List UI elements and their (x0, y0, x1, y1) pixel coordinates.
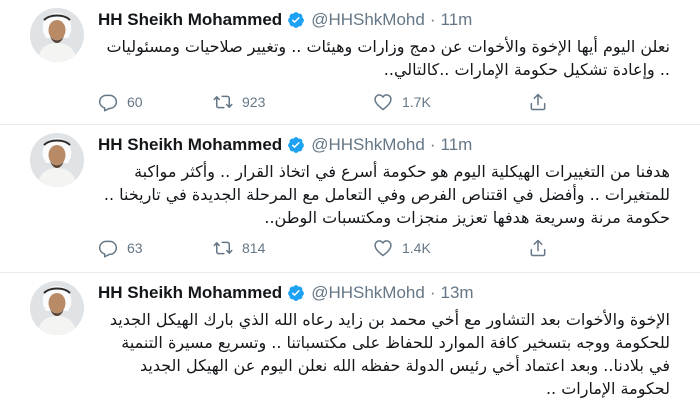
tweet-timestamp[interactable]: 13m (441, 283, 474, 303)
retweet-icon (213, 95, 233, 109)
like-count: 1.7K (402, 94, 431, 110)
tweet-actions: 63 814 1.4K (98, 238, 558, 258)
author-handle[interactable]: @HHShkMohd (311, 135, 425, 155)
tweet-header: HH Sheikh Mohammed @HHShkMohd · 11m (98, 133, 472, 157)
share-icon (530, 93, 546, 111)
tweet-text: هدفنا من التغييرات الهيكلية اليوم هو حكو… (103, 162, 670, 227)
author-name[interactable]: HH Sheikh Mohammed (98, 135, 282, 155)
tweet-text: الإخوة والأخوات بعد التشاور مع أخي محمد … (109, 310, 670, 398)
separator-dot: · (429, 283, 436, 302)
reply-icon (98, 240, 118, 258)
verified-badge-icon (288, 137, 305, 153)
retweet-button[interactable]: 814 (213, 238, 373, 258)
tweet-timestamp[interactable]: 11m (441, 10, 473, 30)
tweet-header: HH Sheikh Mohammed @HHShkMohd · 13m (98, 281, 474, 305)
avatar[interactable] (30, 133, 84, 187)
reply-button[interactable]: 60 (98, 92, 213, 112)
heart-icon (374, 240, 392, 257)
like-button[interactable]: 1.4K (373, 238, 528, 258)
author-name[interactable]: HH Sheikh Mohammed (98, 283, 282, 303)
author-handle[interactable]: @HHShkMohd (311, 10, 425, 30)
reply-count: 60 (127, 94, 143, 110)
tweet-header: HH Sheikh Mohammed @HHShkMohd · 11m (98, 8, 472, 32)
author-handle[interactable]: @HHShkMohd (311, 283, 425, 303)
separator-dot: · (429, 135, 436, 154)
reply-button[interactable]: 63 (98, 238, 213, 258)
reply-count: 63 (127, 240, 143, 256)
separator-dot: · (429, 10, 436, 29)
author-name[interactable]: HH Sheikh Mohammed (98, 10, 282, 30)
avatar[interactable] (30, 8, 84, 62)
verified-badge-icon (288, 12, 305, 28)
share-button[interactable] (528, 92, 558, 112)
tweet-actions: 60 923 1.7K (98, 92, 558, 112)
avatar[interactable] (30, 281, 84, 335)
tweet[interactable]: HH Sheikh Mohammed @HHShkMohd · 11m هدفن… (0, 125, 700, 273)
share-icon (530, 239, 546, 257)
like-button[interactable]: 1.7K (373, 92, 528, 112)
share-button[interactable] (528, 238, 558, 258)
retweet-count: 814 (242, 240, 266, 256)
retweet-count: 923 (242, 94, 266, 110)
tweet-text: نعلن اليوم أيها الإخوة والأخوات عن دمج و… (106, 37, 670, 79)
heart-icon (374, 94, 392, 111)
reply-icon (98, 94, 118, 112)
tweet-feed: HH Sheikh Mohammed @HHShkMohd · 11m نعلن… (0, 0, 700, 405)
tweet[interactable]: HH Sheikh Mohammed @HHShkMohd · 13m الإخ… (0, 273, 700, 405)
verified-badge-icon (288, 285, 305, 301)
retweet-button[interactable]: 923 (213, 92, 373, 112)
tweet-timestamp[interactable]: 11m (441, 135, 473, 155)
like-count: 1.4K (402, 240, 431, 256)
tweet[interactable]: HH Sheikh Mohammed @HHShkMohd · 11m نعلن… (0, 0, 700, 125)
retweet-icon (213, 241, 233, 255)
